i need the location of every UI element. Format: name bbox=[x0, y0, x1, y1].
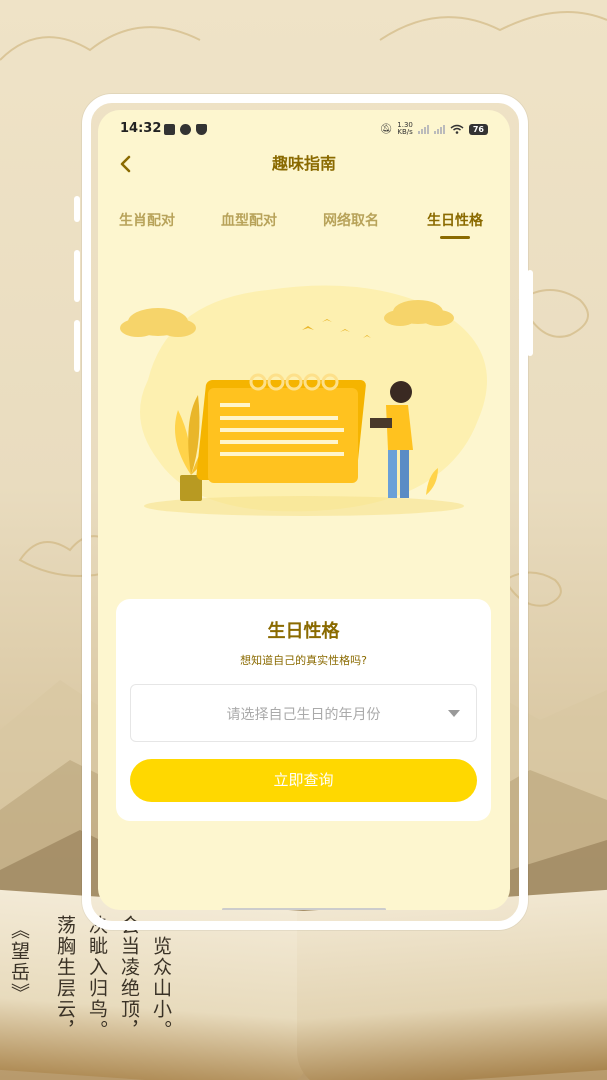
birth-month-select[interactable]: 请选择自己生日的年月份 bbox=[130, 684, 477, 742]
app-screen: 14:32 🔕︎ 1.30 KB/s 76 趣味指南 生肖配对 血型配对 网络取… bbox=[98, 110, 510, 910]
birth-month-placeholder: 请选择自己生日的年月份 bbox=[226, 707, 381, 723]
phone-side-button bbox=[74, 250, 80, 302]
tab-birthday-personality[interactable]: 生日性格 bbox=[427, 210, 483, 239]
signal-icon bbox=[417, 124, 429, 134]
hero-illustration bbox=[120, 285, 487, 516]
status-time: 14:32 bbox=[120, 121, 162, 136]
calendar bbox=[196, 373, 366, 483]
tab-online-naming[interactable]: 网络取名 bbox=[323, 210, 379, 230]
phone-side-button bbox=[74, 320, 80, 372]
poem-line: 荡胸生层云， bbox=[54, 915, 76, 1041]
dropdown-arrow-icon bbox=[448, 710, 460, 717]
card-subtitle: 想知道自己的真实性格吗? bbox=[240, 654, 367, 667]
phone-side-button bbox=[527, 270, 533, 356]
shield-icon bbox=[196, 124, 207, 135]
net-speed-unit: KB/s bbox=[397, 128, 413, 136]
tab-birthday-personality-label: 生日性格 bbox=[427, 213, 483, 229]
poem-title: 《望岳》 bbox=[8, 920, 30, 1004]
status-bar: 14:32 🔕︎ 1.30 KB/s 76 bbox=[98, 118, 510, 142]
settings-icon bbox=[180, 124, 191, 135]
wifi-icon bbox=[450, 124, 464, 134]
poem-line: 一览众山小。 bbox=[150, 915, 172, 1041]
poem-line: 决眦入归鸟。 bbox=[86, 915, 108, 1041]
app-header: 趣味指南 bbox=[98, 146, 510, 182]
query-button[interactable]: 立即查询 bbox=[130, 759, 477, 802]
signal-icon bbox=[433, 124, 445, 134]
net-speed: 1.30 KB/s bbox=[397, 122, 413, 136]
card-title: 生日性格 bbox=[267, 621, 340, 642]
birthday-query-card: 生日性格 想知道自己的真实性格吗? 请选择自己生日的年月份 立即查询 bbox=[116, 599, 491, 821]
cloud-left bbox=[120, 308, 196, 337]
tab-blood-type-match[interactable]: 血型配对 bbox=[221, 210, 277, 230]
poem-line: 会当凌绝顶， bbox=[118, 915, 140, 1041]
notification-icons bbox=[164, 124, 207, 135]
home-indicator[interactable] bbox=[222, 908, 386, 910]
tab-zodiac-match[interactable]: 生肖配对 bbox=[119, 210, 175, 230]
page-title: 趣味指南 bbox=[271, 154, 336, 173]
battery-icon: 76 bbox=[468, 123, 488, 135]
status-indicators: 🔕︎ 1.30 KB/s 76 bbox=[380, 122, 488, 136]
tab-bar: 生肖配对 血型配对 网络取名 生日性格 bbox=[98, 210, 510, 246]
active-tab-underline bbox=[440, 236, 470, 239]
mute-icon: 🔕︎ bbox=[379, 123, 393, 135]
phone-side-button bbox=[74, 196, 80, 222]
message-icon bbox=[164, 124, 175, 135]
